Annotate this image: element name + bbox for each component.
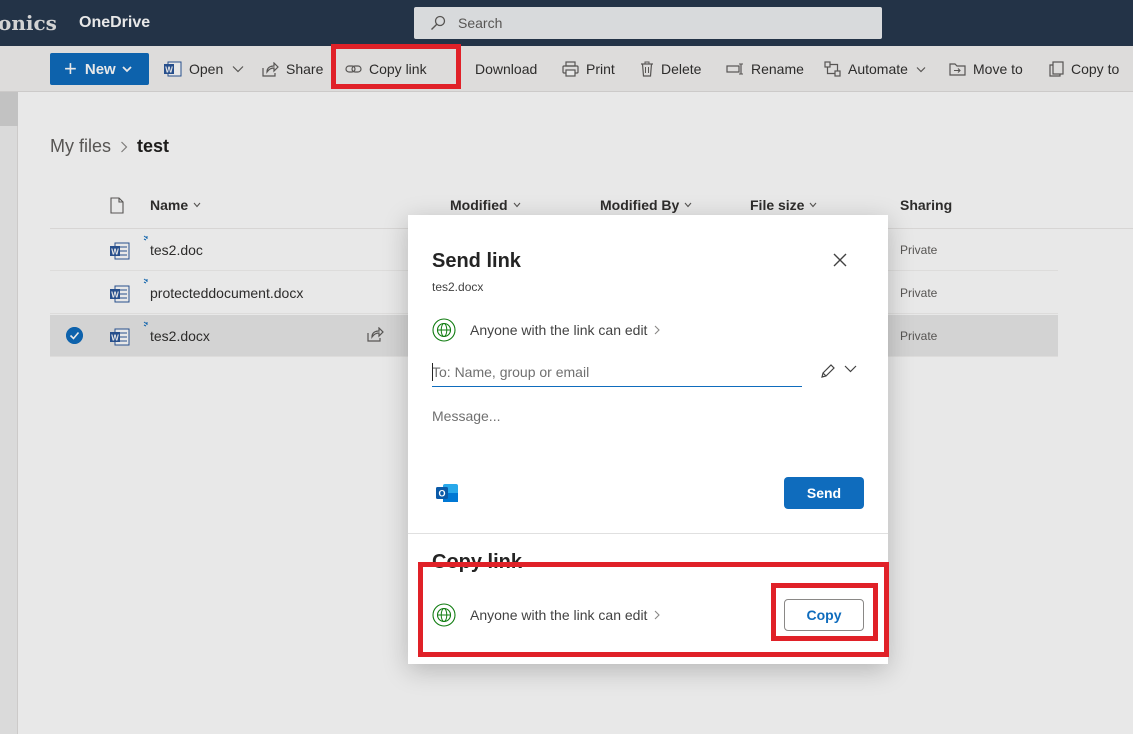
send-button[interactable]: Send <box>784 477 864 509</box>
recipients-placeholder: To: Name, group or email <box>432 364 590 380</box>
permission-text: Anyone with the link can edit <box>470 322 648 338</box>
pencil-icon[interactable] <box>820 363 836 379</box>
dialog-file-name: tes2.docx <box>432 280 484 294</box>
svg-text:O: O <box>438 489 445 499</box>
highlight-copy-button <box>771 583 878 641</box>
message-input[interactable]: Message... <box>432 408 500 424</box>
text-cursor <box>432 363 433 381</box>
highlight-copy-link-toolbar <box>331 44 461 89</box>
globe-icon <box>432 318 456 342</box>
outlook-icon[interactable]: O <box>434 480 460 506</box>
dialog-title: Send link <box>432 250 521 272</box>
recipients-input[interactable]: To: Name, group or email <box>432 361 802 387</box>
link-permission-setting[interactable]: Anyone with the link can edit <box>432 318 661 342</box>
dialog-divider <box>408 533 888 534</box>
chevron-down-icon[interactable] <box>844 365 857 373</box>
close-icon[interactable] <box>832 252 848 268</box>
chevron-right-icon <box>655 325 661 335</box>
